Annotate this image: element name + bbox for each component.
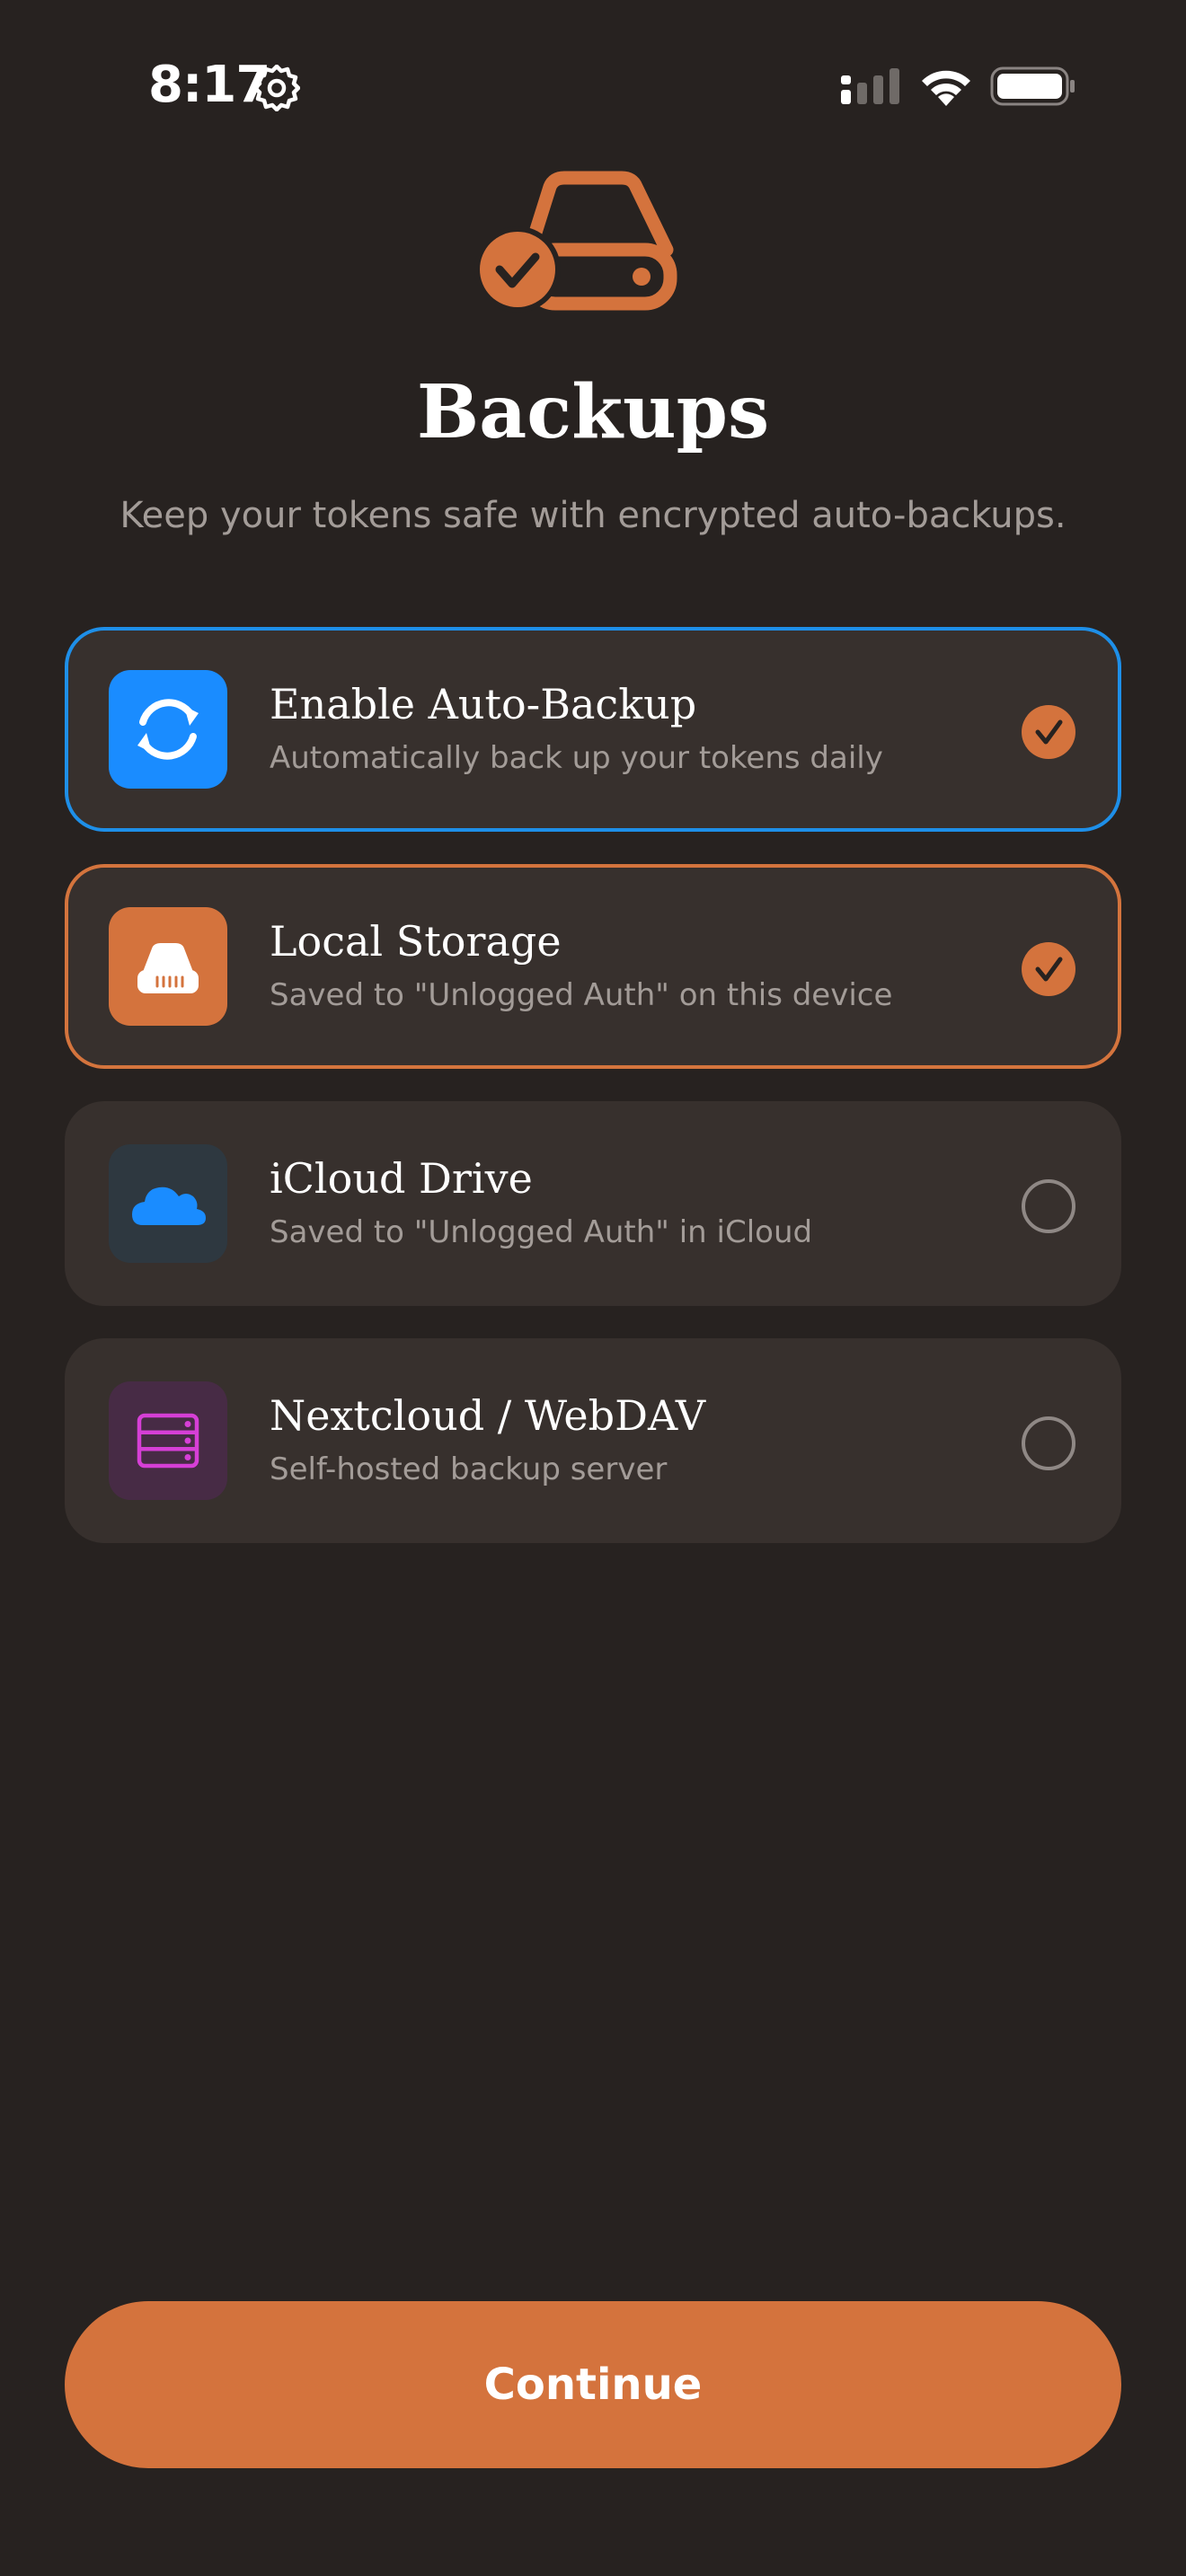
option-nextcloud-webdav[interactable]: Nextcloud / WebDAV Self-hosted backup se… <box>65 1338 1121 1543</box>
checkmark-selected-icon[interactable] <box>1021 941 1076 997</box>
option-description: Self-hosted backup server <box>270 1451 668 1487</box>
checkmark-selected-icon[interactable] <box>1021 704 1076 760</box>
battery-icon <box>990 66 1075 106</box>
option-title: Local Storage <box>270 917 562 966</box>
option-icon-box <box>109 1381 227 1500</box>
status-bar: 8:17 <box>0 0 1186 171</box>
gear-icon <box>253 65 300 111</box>
option-local-storage[interactable]: Local Storage Saved to "Unlogged Auth" o… <box>65 864 1121 1069</box>
option-icloud-drive[interactable]: iCloud Drive Saved to "Unlogged Auth" in… <box>65 1101 1121 1306</box>
wifi-icon <box>922 70 970 106</box>
option-icon-box <box>109 907 227 1026</box>
option-description: Automatically back up your tokens daily <box>270 740 883 776</box>
status-time: 8:17 <box>148 56 270 114</box>
option-enable-auto-backup[interactable]: Enable Auto-Backup Automatically back up… <box>65 627 1121 832</box>
sync-arrows-icon <box>137 699 199 760</box>
local-drive-icon <box>137 943 199 993</box>
option-description: Saved to "Unlogged Auth" in iCloud <box>270 1214 813 1250</box>
hard-drive-check-icon <box>474 171 677 313</box>
continue-button[interactable]: Continue <box>65 2301 1121 2468</box>
radio-unselected-icon[interactable] <box>1021 1178 1076 1234</box>
page-title: Backups <box>416 369 770 455</box>
option-icon-box <box>109 1144 227 1263</box>
option-icon-box <box>109 670 227 789</box>
radio-unselected-icon[interactable] <box>1021 1416 1076 1471</box>
option-title: Nextcloud / WebDAV <box>270 1391 706 1440</box>
cellular-signal-icon <box>841 68 899 104</box>
page-subtitle: Keep your tokens safe with encrypted aut… <box>119 495 1067 536</box>
option-title: Enable Auto-Backup <box>270 680 697 728</box>
cloud-icon <box>132 1187 206 1225</box>
server-icon <box>137 1413 199 1469</box>
option-title: iCloud Drive <box>270 1154 533 1203</box>
option-description: Saved to "Unlogged Auth" on this device <box>270 977 893 1013</box>
